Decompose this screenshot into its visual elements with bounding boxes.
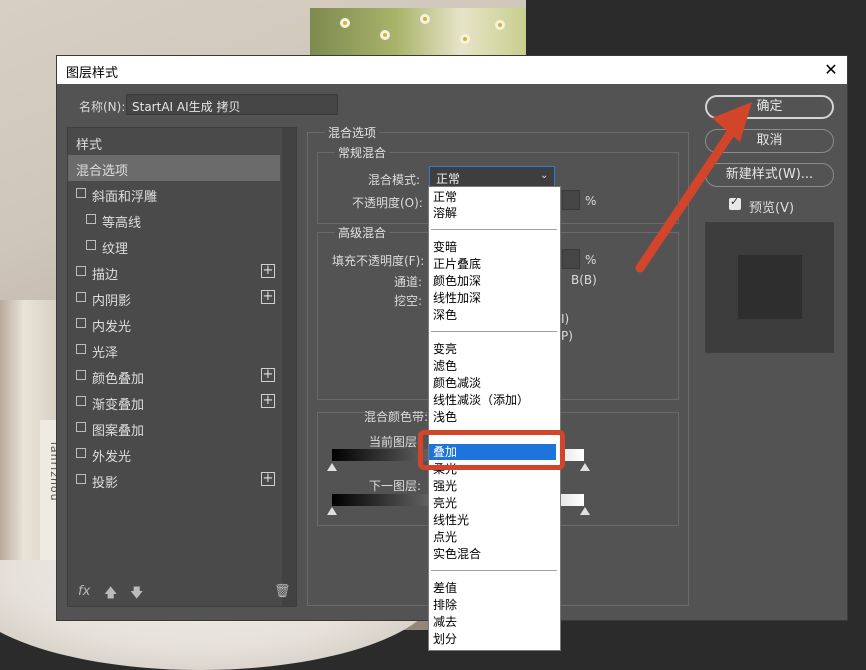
dropdown-option[interactable]: 排除 (429, 597, 556, 613)
sidebar-item-outer-glow[interactable]: 外发光 (68, 441, 280, 467)
fill-percent: % (585, 253, 597, 267)
dropdown-separator (431, 331, 557, 332)
dropdown-option[interactable]: 浅色 (429, 409, 556, 425)
blend-mode-label: 混合模式: (368, 173, 421, 187)
move-up-icon[interactable]: 🡅 (104, 584, 117, 606)
option-i-partial[interactable]: I) (561, 312, 569, 326)
fx-icon[interactable]: fx (78, 584, 90, 599)
dropdown-option[interactable]: 变亮 (429, 341, 556, 357)
dropdown-option[interactable]: 差值 (429, 580, 556, 596)
sidebar-item-stroke[interactable]: 描边 + (68, 259, 280, 285)
dropdown-option[interactable]: 线性光 (429, 512, 556, 528)
blend-mode-select[interactable]: 正常 ⌄ (429, 166, 555, 188)
satin-checkbox[interactable] (76, 344, 86, 354)
annotation-arrow-icon (635, 102, 752, 273)
sidebar-item-bevel-emboss[interactable]: 斜面和浮雕 (68, 181, 280, 207)
sidebar-item-texture[interactable]: 纹理 (68, 233, 280, 259)
texture-checkbox[interactable] (86, 240, 96, 250)
sidebar-item-satin[interactable]: 光泽 (68, 337, 280, 363)
this-layer-label: 当前图层: (369, 435, 422, 449)
chevron-down-icon: ⌄ (540, 170, 549, 181)
dropdown-option[interactable]: 点光 (429, 529, 556, 545)
blend-if-label: 混合颜色带: (364, 410, 429, 424)
add-stroke-icon[interactable]: + (261, 264, 275, 278)
name-label: 名称(N): (79, 100, 126, 114)
color-overlay-checkbox[interactable] (76, 370, 86, 380)
add-gradient-overlay-icon[interactable]: + (261, 394, 275, 408)
dropdown-option[interactable]: 亮光 (429, 495, 556, 511)
add-drop-shadow-icon[interactable]: + (261, 472, 275, 486)
this-layer-black-slider[interactable] (327, 463, 337, 471)
dropdown-option[interactable]: 划分 (429, 631, 556, 647)
blend-mode-dropdown[interactable]: 正常 溶解 变暗 正片叠底 颜色加深 线性加深 深色 变亮 滤色 颜色减淡 线性… (428, 186, 561, 651)
dialog-title: 图层样式 (66, 66, 119, 81)
dropdown-option[interactable]: 溶解 (429, 205, 556, 221)
channels-label: 通道: (394, 275, 423, 289)
underlying-layer-label: 下一图层: (369, 479, 422, 493)
drop-shadow-checkbox[interactable] (76, 474, 86, 484)
dropdown-option[interactable]: 强光 (429, 478, 556, 494)
sidebar-item-contour[interactable]: 等高线 (68, 207, 280, 233)
outer-glow-checkbox[interactable] (76, 448, 86, 458)
dropdown-option[interactable]: 颜色加深 (429, 273, 556, 289)
styles-scrollbar[interactable] (282, 128, 296, 606)
blending-options-title: 混合选项 (325, 124, 380, 141)
underlying-white-slider[interactable] (580, 507, 590, 515)
styles-panel: 样式 混合选项 斜面和浮雕 等高线 纹理 描边 + 内阴影 + 内发光 光泽 颜… (67, 127, 297, 607)
general-blending-title: 常规混合 (335, 144, 390, 161)
opacity-percent: % (585, 194, 597, 208)
trash-icon[interactable]: 🗑 (274, 584, 291, 599)
dropdown-option[interactable]: 滤色 (429, 358, 556, 374)
opacity-input[interactable] (562, 190, 580, 210)
pattern-overlay-checkbox[interactable] (76, 422, 86, 432)
knockout-label: 挖空: (394, 294, 423, 308)
dropdown-option[interactable]: 线性减淡（添加） (429, 392, 556, 408)
sidebar-item-pattern-overlay[interactable]: 图案叠加 (68, 415, 280, 441)
sidebar-item-inner-shadow[interactable]: 内阴影 + (68, 285, 280, 311)
bevel-checkbox[interactable] (76, 188, 86, 198)
title-bar[interactable]: 图层样式 ✕ (57, 56, 847, 84)
add-inner-shadow-icon[interactable]: + (261, 290, 275, 304)
blend-mode-value: 正常 (436, 172, 461, 186)
underlying-black-slider[interactable] (327, 507, 337, 515)
sidebar-item-blending-options[interactable]: 混合选项 (68, 155, 280, 181)
dropdown-option[interactable]: 减去 (429, 614, 556, 630)
name-input-value: StartAI AI生成 拷贝 (132, 100, 241, 114)
dropdown-option[interactable]: 线性加深 (429, 290, 556, 306)
dropdown-separator (431, 570, 557, 571)
add-color-overlay-icon[interactable]: + (261, 368, 275, 382)
dropdown-option[interactable]: 正片叠底 (429, 256, 556, 272)
sidebar-item-inner-glow[interactable]: 内发光 (68, 311, 280, 337)
sidebar-item-gradient-overlay[interactable]: 渐变叠加 + (68, 389, 280, 415)
dropdown-option[interactable]: 变暗 (429, 239, 556, 255)
dropdown-option[interactable]: 正常 (429, 189, 556, 205)
contour-checkbox[interactable] (86, 214, 96, 224)
inner-glow-checkbox[interactable] (76, 318, 86, 328)
advanced-blending-title: 高级混合 (335, 224, 390, 241)
dropdown-option[interactable]: 深色 (429, 307, 556, 323)
dropdown-option[interactable]: 颜色减淡 (429, 375, 556, 391)
move-down-icon[interactable]: 🡇 (130, 584, 143, 606)
channel-b-label[interactable]: B(B) (571, 273, 597, 287)
sidebar-item-drop-shadow[interactable]: 投影 + (68, 467, 280, 493)
this-layer-white-slider[interactable] (580, 463, 590, 471)
fill-opacity-label: 填充不透明度(F): (332, 254, 425, 268)
name-input[interactable]: StartAI AI生成 拷贝 (126, 94, 338, 115)
inner-shadow-checkbox[interactable] (76, 292, 86, 302)
fill-opacity-input[interactable] (562, 249, 580, 269)
flower-decoration (310, 8, 526, 58)
option-p-partial[interactable]: P) (561, 329, 573, 343)
dropdown-separator (431, 229, 557, 230)
opacity-label: 不透明度(O): (352, 196, 423, 210)
gradient-overlay-checkbox[interactable] (76, 396, 86, 406)
annotation-highlight-box (418, 430, 565, 470)
dropdown-option[interactable]: 实色混合 (429, 546, 556, 562)
stroke-checkbox[interactable] (76, 266, 86, 276)
close-icon[interactable]: ✕ (819, 58, 843, 82)
styles-header[interactable]: 样式 (68, 129, 280, 155)
sidebar-item-color-overlay[interactable]: 颜色叠加 + (68, 363, 280, 389)
